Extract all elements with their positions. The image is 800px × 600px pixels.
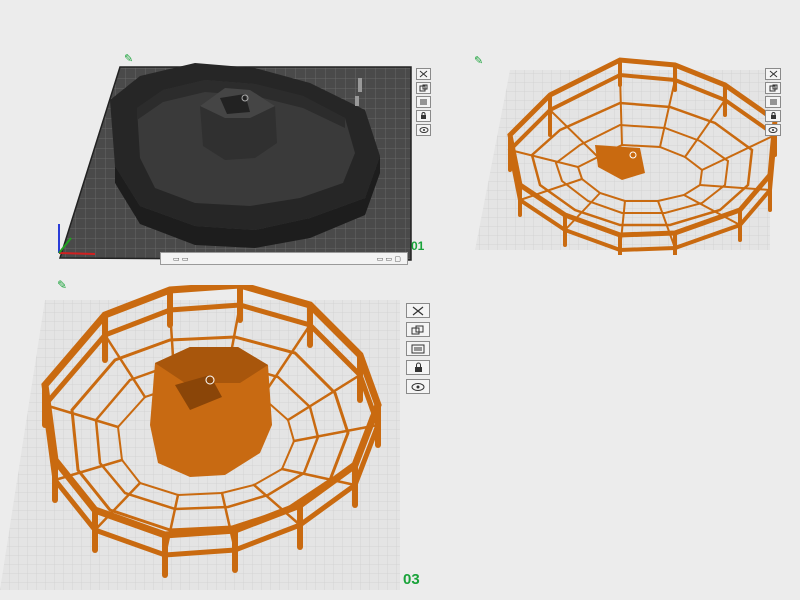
- plate-settings-icon[interactable]: [406, 341, 430, 356]
- plate-01-canvas[interactable]: [45, 48, 440, 270]
- plate-01-edit-icon[interactable]: ✎: [124, 52, 133, 65]
- plate-03-edit-icon[interactable]: ✎: [57, 278, 67, 292]
- plate-number-03: 03: [403, 571, 420, 588]
- plate-01-slice-bar[interactable]: ▭ ▭ ▭ ▭ ▢: [160, 252, 408, 265]
- plate-02[interactable]: [470, 55, 792, 262]
- eye-icon[interactable]: [406, 379, 430, 394]
- close-icon[interactable]: [416, 68, 431, 80]
- slice-bar-icon: ▭ ▭: [173, 254, 189, 263]
- plate-03-toolbar: [406, 303, 430, 394]
- close-icon[interactable]: [406, 303, 430, 318]
- plate-03[interactable]: [0, 281, 405, 595]
- lock-icon[interactable]: [416, 110, 431, 122]
- plate-settings-icon[interactable]: [765, 96, 781, 108]
- auto-arrange-icon[interactable]: [406, 322, 430, 337]
- plate-01[interactable]: [45, 48, 440, 270]
- lock-icon[interactable]: [406, 360, 430, 375]
- plate-02-edit-icon[interactable]: ✎: [474, 54, 483, 67]
- plate-02-toolbar: [765, 68, 781, 136]
- plate-02-canvas[interactable]: [470, 55, 792, 262]
- eye-icon[interactable]: [765, 124, 781, 136]
- plate-settings-icon[interactable]: [416, 96, 431, 108]
- close-icon[interactable]: [765, 68, 781, 80]
- eye-icon[interactable]: [416, 124, 431, 136]
- plate-01-toolbar: [416, 68, 431, 136]
- plate-number-01: 01: [411, 239, 425, 253]
- auto-arrange-icon[interactable]: [416, 82, 431, 94]
- lock-icon[interactable]: [765, 110, 781, 122]
- slice-bar-controls-icon[interactable]: ▭ ▭ ▢: [377, 255, 401, 263]
- plate-03-canvas[interactable]: [0, 281, 405, 595]
- auto-arrange-icon[interactable]: [765, 82, 781, 94]
